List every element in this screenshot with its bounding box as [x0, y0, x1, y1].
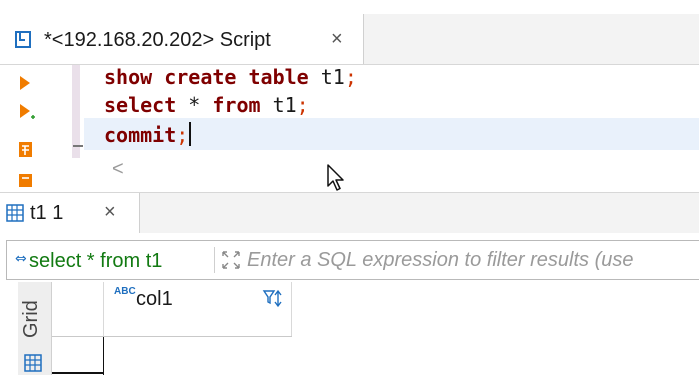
identifier: t1	[260, 93, 297, 117]
results-tab-bar: t1 1 ×	[0, 192, 699, 233]
editor-gutter-toolbar	[0, 65, 52, 187]
text-caret	[189, 122, 192, 146]
grid-corner-cell[interactable]	[52, 282, 104, 337]
top-strip	[0, 0, 699, 14]
keyword: commit	[104, 123, 177, 147]
column-name: col1	[136, 288, 173, 310]
explain-plan-icon[interactable]	[18, 141, 34, 164]
editor-tab-bar: *<192.168.20.202> Script ×	[0, 14, 699, 65]
filter-divider	[214, 247, 215, 273]
keyword: show create table	[104, 65, 309, 89]
grid-icon	[6, 204, 24, 227]
tab-results-close-icon[interactable]: ×	[104, 201, 116, 224]
keyword: from	[212, 93, 261, 117]
tab-results-t1[interactable]: t1 1 ×	[0, 193, 140, 233]
column-type-badge: ABC	[114, 286, 136, 297]
code-line-1[interactable]: show create table t1;	[104, 62, 357, 92]
execute-statement-icon[interactable]	[18, 75, 32, 96]
grid-view-tab[interactable]: Grid	[20, 300, 43, 338]
punctuation: ;	[296, 93, 309, 117]
script-icon	[14, 30, 34, 55]
execute-script-icon[interactable]	[18, 103, 36, 128]
sql-icon: ⇔	[15, 251, 27, 267]
identifier: t1	[308, 65, 345, 89]
code-line-2[interactable]: select * from t1;	[104, 90, 309, 120]
grid-row-number-divider	[103, 337, 104, 375]
column-header-col1[interactable]: ABC col1	[104, 282, 292, 337]
results-filter-bar: ⇔ select * from t1	[6, 240, 699, 280]
editor-horizontal-scrollbar[interactable]: <	[84, 158, 699, 186]
sql-editor[interactable]: show create table t1; select * from t1; …	[84, 65, 699, 158]
punctuation: ;	[176, 123, 189, 147]
tab-script-label: *<192.168.20.202> Script	[44, 29, 271, 51]
tab-results-label: t1 1	[30, 202, 64, 224]
fold-marker[interactable]	[73, 145, 83, 147]
grid-header-divider	[52, 336, 292, 337]
punctuation: ;	[344, 65, 357, 89]
operator: *	[176, 93, 213, 117]
tab-close-icon[interactable]: ×	[331, 28, 343, 51]
tab-script[interactable]: *<192.168.20.202> Script ×	[0, 14, 364, 64]
expand-editor-icon[interactable]	[220, 249, 242, 276]
filter-expression-input[interactable]	[247, 241, 697, 279]
grid-row-line	[52, 372, 104, 374]
results-grid: ABC col1	[52, 282, 699, 375]
code-line-3[interactable]: commit;	[104, 120, 192, 150]
results-side-rail: Grid	[18, 282, 52, 375]
keyword: select	[104, 93, 177, 117]
load-plan-icon[interactable]	[18, 173, 34, 192]
grid-icon[interactable]	[24, 354, 42, 377]
filter-query-text[interactable]: select * from t1	[29, 250, 162, 273]
sort-filter-icon[interactable]	[262, 288, 284, 315]
scroll-left-arrow-icon[interactable]: <	[112, 158, 124, 181]
